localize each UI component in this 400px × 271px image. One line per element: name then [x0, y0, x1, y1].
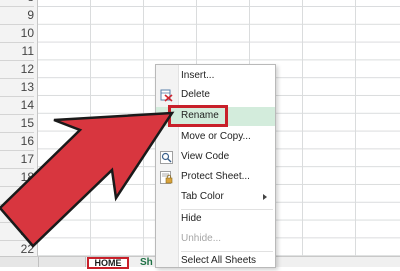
pointer-arrow-graphic: [0, 111, 175, 248]
pointer-arrow-shape: [0, 111, 175, 248]
